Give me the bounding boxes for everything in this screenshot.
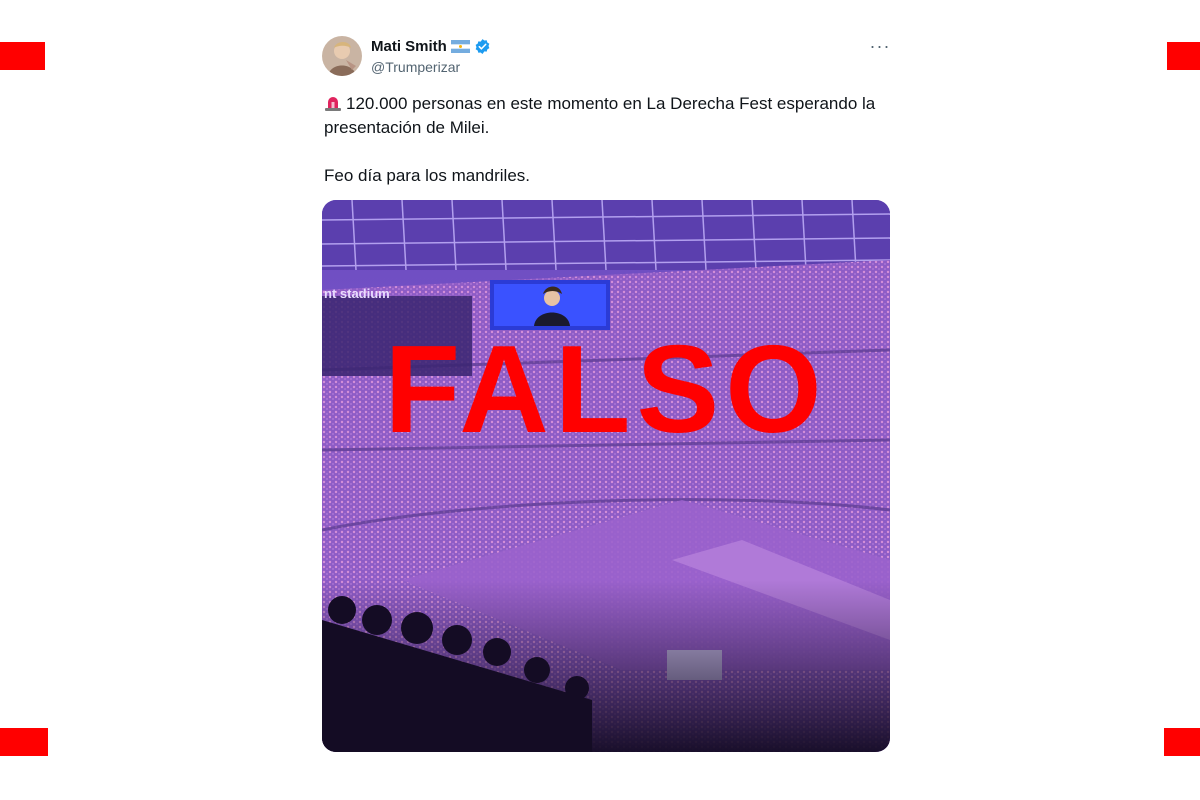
police-light-icon xyxy=(324,94,342,111)
tweet-body: 120.000 personas en este momento en La D… xyxy=(324,92,888,188)
tweet-line-2: Feo día para los mandriles. xyxy=(324,166,530,185)
venue-sign-text: nt stadium xyxy=(324,286,390,301)
corner-mark-top-left xyxy=(0,42,45,70)
stadium-crowd-photo: nt stadium xyxy=(322,200,890,752)
author-handle[interactable]: @Trumperizar xyxy=(371,59,460,75)
corner-mark-bottom-left xyxy=(0,728,48,756)
author-name-text[interactable]: Mati Smith xyxy=(371,38,447,55)
argentina-flag-icon xyxy=(450,40,470,53)
verified-badge-icon xyxy=(474,38,491,55)
tweet-paragraph-1: 120.000 personas en este momento en La D… xyxy=(324,92,888,140)
corner-mark-bottom-right xyxy=(1164,728,1200,756)
author-name[interactable]: Mati Smith xyxy=(371,38,491,55)
tweet-media-image[interactable]: nt stadium FALSO xyxy=(322,200,890,752)
falso-stamp: FALSO xyxy=(384,321,828,459)
avatar[interactable] xyxy=(322,36,362,76)
tweet-line-1: 120.000 personas en este momento en La D… xyxy=(324,94,876,137)
corner-mark-top-right xyxy=(1167,42,1200,70)
more-options-button[interactable]: ··· xyxy=(868,36,892,56)
